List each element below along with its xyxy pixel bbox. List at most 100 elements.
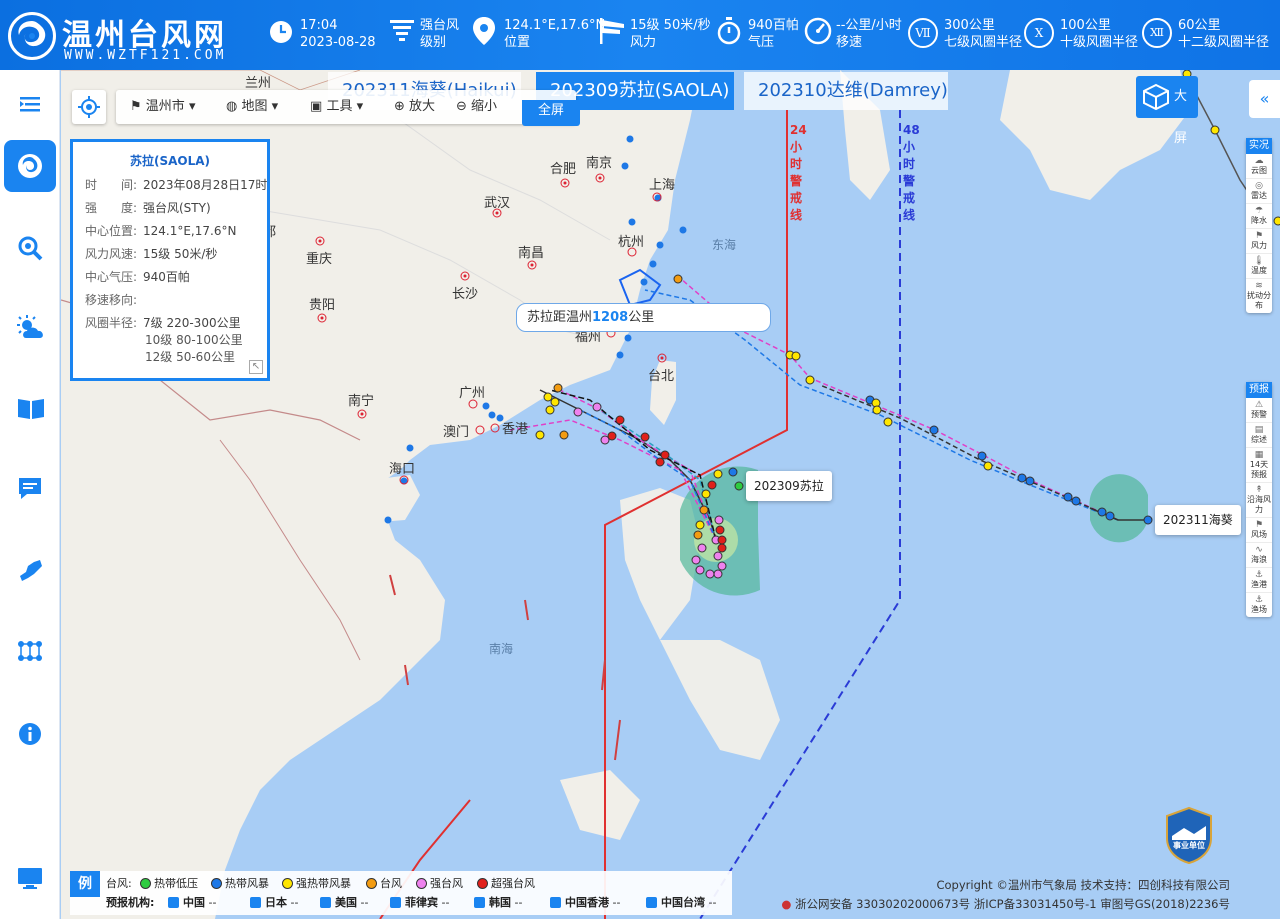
blue-dot-icon bbox=[211, 878, 222, 889]
caret-down-icon: ▾ bbox=[356, 99, 364, 114]
checkbox-icon bbox=[474, 897, 485, 908]
bigscreen-button[interactable]: 大屏 bbox=[1136, 76, 1198, 146]
tools-dropdown[interactable]: ▣ 工具 ▾ bbox=[310, 90, 363, 124]
fullscreen-button[interactable]: 全屏 bbox=[522, 100, 580, 126]
agency-toggle-korea[interactable]: 韩国 -- bbox=[474, 894, 522, 912]
caret-down-icon: ▾ bbox=[271, 99, 279, 114]
speed-display: --公里/小时 移速 bbox=[804, 14, 904, 56]
radar-icon: ◎ bbox=[1255, 181, 1263, 191]
city-label-hefei: 合肥 bbox=[550, 162, 577, 177]
collapse-panel-button[interactable]: « bbox=[1249, 80, 1280, 118]
sidebar-weather-button[interactable] bbox=[4, 302, 56, 354]
agency-toggle-usa[interactable]: 美国 -- bbox=[320, 894, 368, 912]
forecast-warning-button[interactable]: ⚠ 预警 bbox=[1246, 398, 1272, 423]
live-cloud-button[interactable]: ☁ 云图 bbox=[1246, 154, 1272, 179]
green-dot-icon bbox=[140, 878, 151, 889]
speedometer-icon bbox=[804, 16, 832, 52]
checkbox-icon bbox=[320, 897, 331, 908]
city-label-haikou: 海口 bbox=[389, 462, 416, 477]
radius12-label: 十二级风圈半径 bbox=[1178, 35, 1270, 50]
live-disturbance-button[interactable]: ≋ 扰动分布 bbox=[1246, 279, 1272, 313]
resize-icon[interactable]: ↖ bbox=[249, 360, 263, 374]
forecast-14-icon: ▦ bbox=[1254, 450, 1264, 460]
forecast-wave-button[interactable]: ∿ 海浪 bbox=[1246, 543, 1272, 568]
clock-icon bbox=[268, 16, 296, 52]
zoom-out-button[interactable]: ⊖ 缩小 bbox=[456, 90, 497, 124]
legend-item-supty: 超强台风 bbox=[477, 875, 535, 893]
live-wind-button[interactable]: ⚑ 风力 bbox=[1246, 229, 1272, 254]
toolbar-group: ⚑ 温州市 ▾ ◍ 地图 ▾ ▣ 工具 ▾ ⊕ 放大 ⊖ 缩小 bbox=[116, 90, 576, 124]
city-label-changsha: 长沙 bbox=[452, 287, 479, 302]
logo[interactable]: 温州台风网 WWW.WZTF121.COM bbox=[8, 8, 253, 64]
forecast-wind-field-button[interactable]: ⚑ 风场 bbox=[1246, 518, 1272, 543]
icp-text: ● 浙公网安备 33030202000673号 浙ICP备33031450号-1… bbox=[781, 897, 1230, 911]
checkbox-icon bbox=[390, 897, 401, 908]
sidebar-book-button[interactable] bbox=[4, 382, 56, 434]
live-temperature-button[interactable]: 🌡 温度 bbox=[1246, 254, 1272, 279]
message-icon bbox=[19, 478, 41, 499]
sidebar-info-button[interactable] bbox=[4, 708, 56, 760]
distance-popup: 苏拉距温州1208公里 bbox=[516, 303, 771, 332]
typhoon-label-saola[interactable]: 202309苏拉 bbox=[746, 471, 832, 501]
city-label-nanchang: 南昌 bbox=[518, 246, 545, 261]
radius7-display: Ⅶ 300公里 七级风圈半径 bbox=[908, 14, 1024, 56]
sidebar-search-button[interactable] bbox=[4, 222, 56, 274]
caret-down-icon: ▾ bbox=[188, 99, 196, 114]
public-institution-badge: 事业单位 bbox=[1164, 806, 1214, 865]
legend-tag: 例 bbox=[70, 871, 100, 897]
radius7-label: 七级风圈半径 bbox=[944, 35, 1023, 50]
city-dropdown[interactable]: ⚑ 温州市 ▾ bbox=[130, 90, 195, 124]
sea-label-east: 东海 bbox=[712, 238, 737, 252]
city-label-chongqing: 重庆 bbox=[306, 252, 333, 267]
legend-agency-row: 预报机构: 中国 -- 日本 -- 美国 -- 菲律宾 -- 韩国 -- 中国香… bbox=[106, 894, 726, 912]
left-sidebar bbox=[0, 70, 60, 919]
typhoon-label-haikui[interactable]: 202311海葵 bbox=[1155, 505, 1241, 535]
wave-icon: ∿ bbox=[1255, 545, 1263, 555]
info-row-intensity: 强 度: 强台风(STY) bbox=[85, 201, 211, 215]
header: 温州台风网 WWW.WZTF121.COM 17:04 2023-08-28 强台… bbox=[0, 0, 1280, 70]
sidebar-monitor-button[interactable] bbox=[4, 852, 56, 904]
agency-toggle-philippines[interactable]: 菲律宾 -- bbox=[390, 894, 449, 912]
pink-dot-icon bbox=[416, 878, 427, 889]
sidebar-region-button[interactable] bbox=[4, 544, 56, 596]
yellow-dot-icon bbox=[282, 878, 293, 889]
forecast-14day-button[interactable]: ▦ 14天预报 bbox=[1246, 448, 1272, 483]
date-value: 2023-08-28 bbox=[300, 35, 376, 50]
forecast-summary-button[interactable]: ▤ 综述 bbox=[1246, 423, 1272, 448]
warning-line-24h-label: 24小时警戒线 bbox=[790, 123, 807, 222]
forecast-port-button[interactable]: ⚓ 渔港 bbox=[1246, 568, 1272, 593]
live-panel-title: 实况 bbox=[1246, 138, 1272, 154]
stopwatch-icon bbox=[716, 16, 744, 52]
book-icon bbox=[18, 399, 44, 419]
sidebar-typhoon-button[interactable] bbox=[4, 140, 56, 192]
map-dropdown[interactable]: ◍ 地图 ▾ bbox=[226, 90, 278, 124]
sidebar-message-button[interactable] bbox=[4, 462, 56, 514]
agency-toggle-china[interactable]: 中国 -- bbox=[168, 894, 216, 912]
sidebar-menu-button[interactable] bbox=[4, 78, 56, 130]
pressure-label: 气压 bbox=[748, 35, 775, 50]
radius10-display: Ⅹ 100公里 十级风圈半径 bbox=[1024, 14, 1144, 56]
locate-button[interactable] bbox=[72, 90, 106, 124]
tab-damrey[interactable]: 202310达维(Damrey) bbox=[744, 72, 948, 110]
forecast-fishing-button[interactable]: ⚓ 渔场 bbox=[1246, 593, 1272, 617]
zoom-in-icon: ⊕ bbox=[394, 99, 405, 114]
info-row-position: 中心位置: 124.1°E,17.6°N bbox=[85, 224, 237, 238]
pressure-value: 940百帕 bbox=[748, 18, 799, 33]
zoom-in-button[interactable]: ⊕ 放大 bbox=[394, 90, 435, 124]
shield-badge-icon bbox=[1166, 806, 1212, 865]
legend-item-ts: 热带风暴 bbox=[211, 875, 269, 893]
radius7-value: 300公里 bbox=[944, 18, 995, 33]
level-icon bbox=[388, 16, 416, 52]
live-rain-button[interactable]: ☂ 降水 bbox=[1246, 204, 1272, 229]
sidebar-network-button[interactable] bbox=[4, 625, 56, 677]
agency-toggle-taiwan[interactable]: 中国台湾 -- bbox=[646, 894, 716, 912]
forecast-coast-wind-button[interactable]: ↟ 沿海风力 bbox=[1246, 483, 1272, 518]
menu-icon bbox=[20, 97, 40, 112]
live-radar-button[interactable]: ◎ 雷达 bbox=[1246, 179, 1272, 204]
sea-label-south: 南海 bbox=[489, 642, 514, 656]
agency-toggle-japan[interactable]: 日本 -- bbox=[250, 894, 298, 912]
info-row-wind: 风力风速: 15级 50米/秒 bbox=[85, 247, 218, 261]
checkbox-icon bbox=[550, 897, 561, 908]
disturbance-icon: ≋ bbox=[1255, 281, 1263, 291]
agency-toggle-hongkong[interactable]: 中国香港 -- bbox=[550, 894, 620, 912]
